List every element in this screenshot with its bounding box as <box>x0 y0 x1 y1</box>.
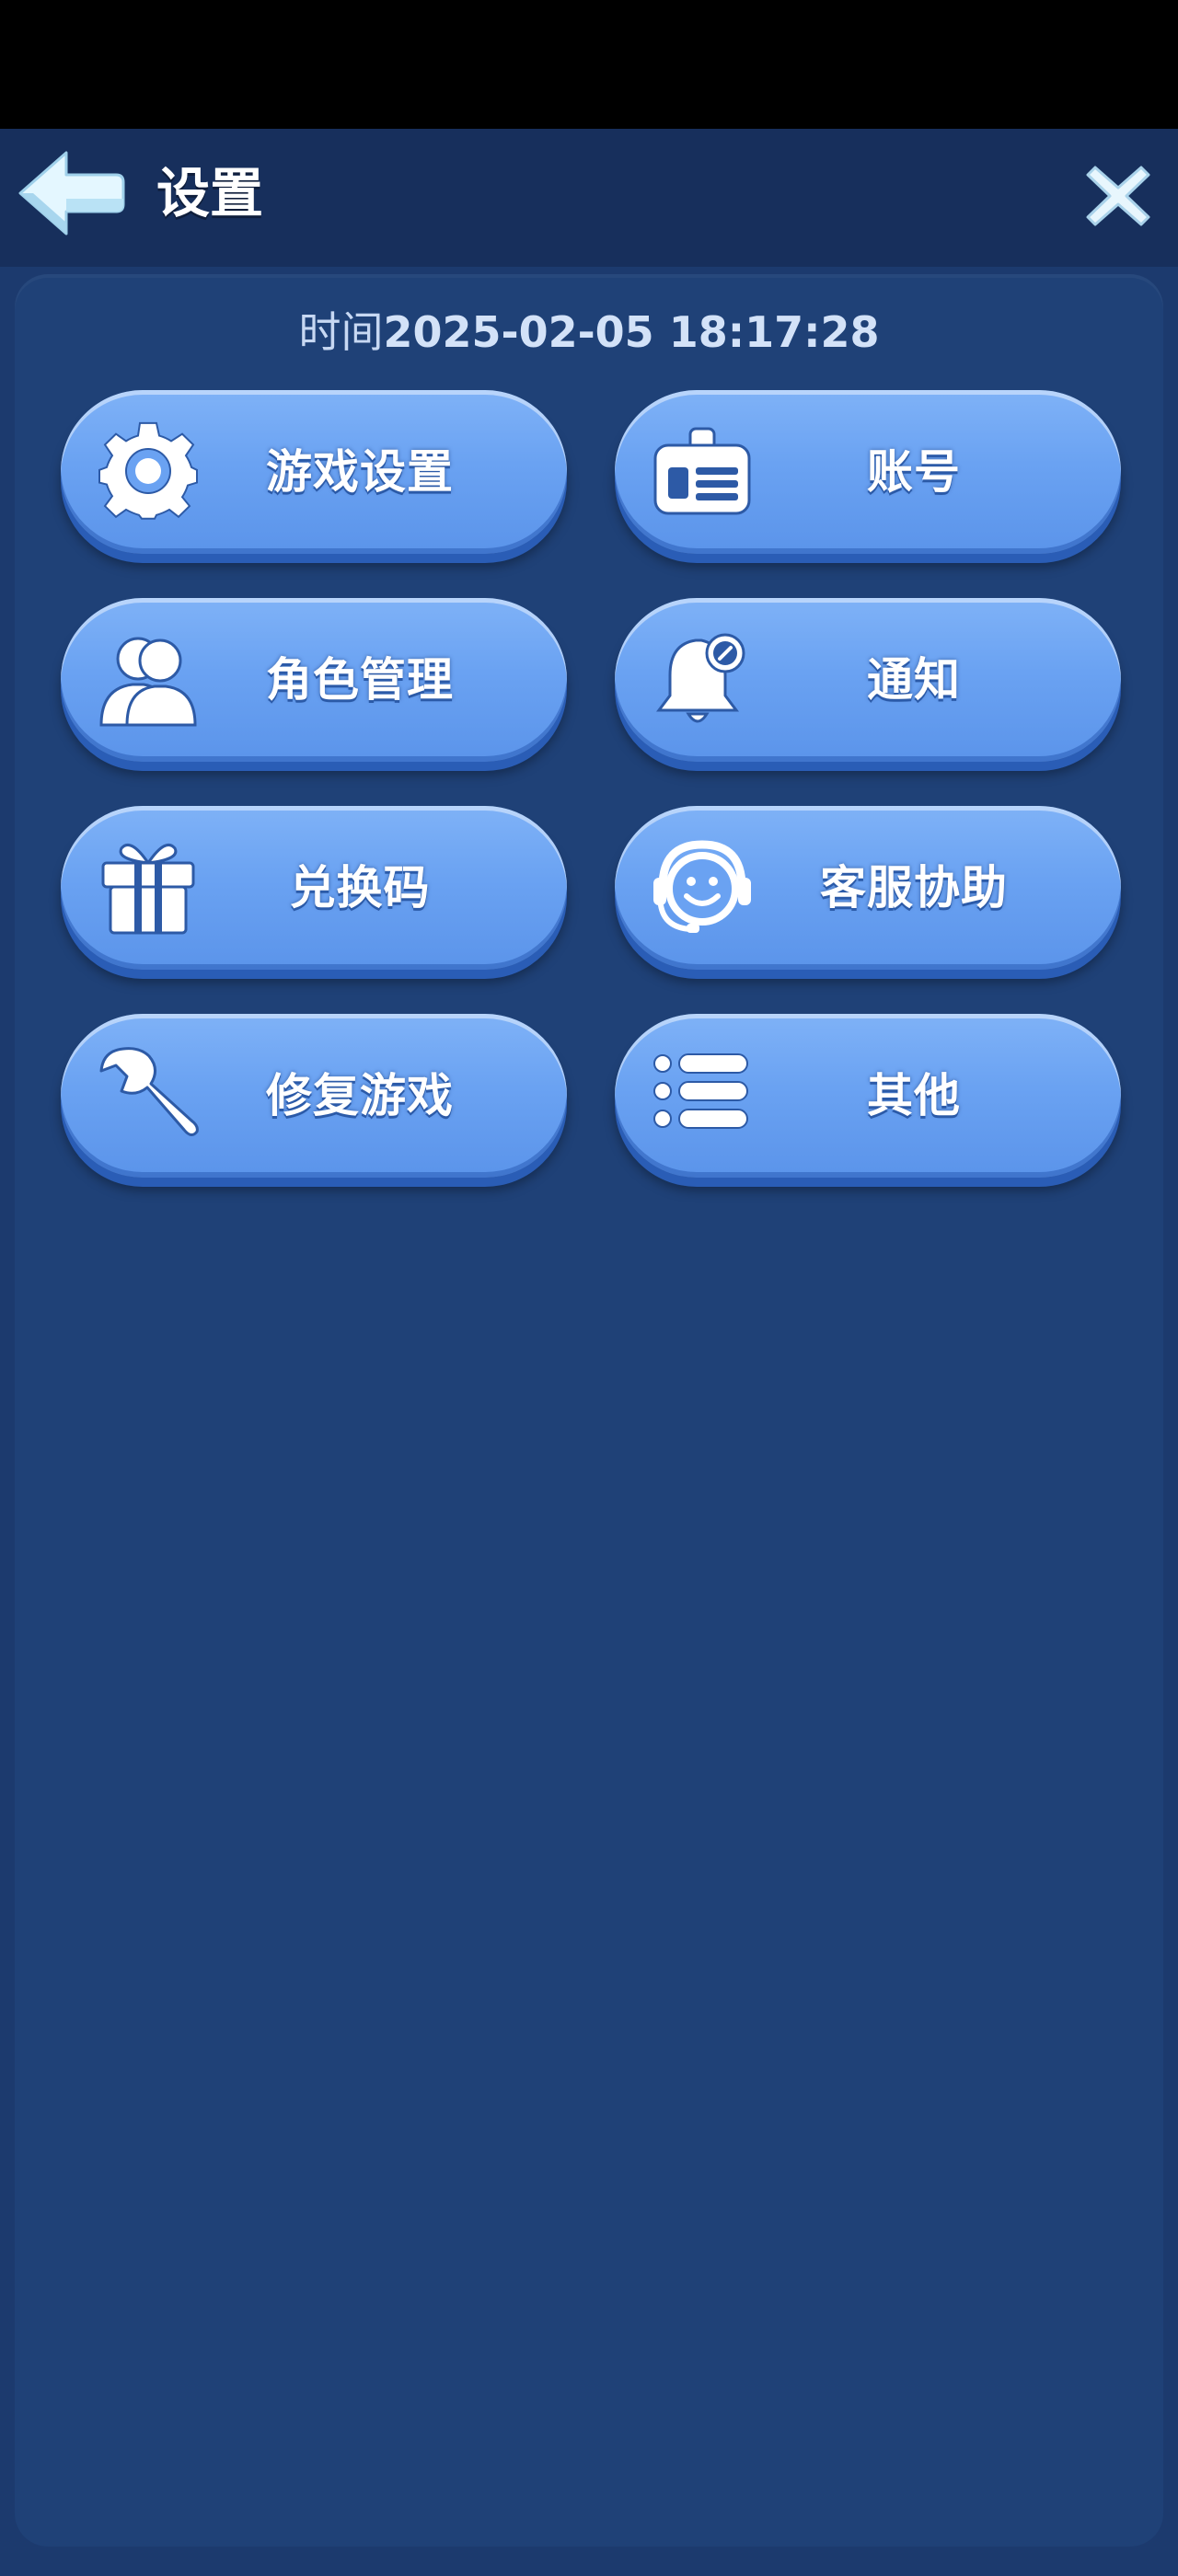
character-management-button[interactable]: 角色管理 <box>61 598 567 762</box>
account-label: 账号 <box>867 445 961 499</box>
notifications-label: 通知 <box>867 653 961 707</box>
top-bar: 设置 <box>0 129 1178 267</box>
other-label: 其他 <box>867 1069 961 1122</box>
close-button[interactable] <box>1084 162 1152 230</box>
status-bar <box>0 0 1178 129</box>
redeem-code-label: 兑换码 <box>289 861 431 914</box>
game-settings-button[interactable]: 游戏设置 <box>61 390 567 554</box>
other-button[interactable]: 其他 <box>615 1014 1121 1178</box>
repair-game-button[interactable]: 修复游戏 <box>61 1014 567 1178</box>
page-title: 设置 <box>156 162 264 224</box>
customer-service-label: 客服协助 <box>820 861 1008 914</box>
back-button[interactable] <box>13 145 127 241</box>
server-time: 时间2025-02-05 18:17:28 <box>15 302 1163 362</box>
back-arrow-icon <box>18 151 125 236</box>
notifications-button[interactable]: 通知 <box>615 598 1121 762</box>
redeem-code-button[interactable]: 兑换码 <box>61 806 567 970</box>
settings-screen: 设置 时间2025-02-05 18:17:28 游戏设置 账号 角色管理 通知… <box>0 0 1178 2576</box>
close-icon <box>1086 166 1150 226</box>
time-label: 时间 <box>298 307 384 357</box>
time-value: 2025-02-05 18:17:28 <box>383 307 880 357</box>
account-button[interactable]: 账号 <box>615 390 1121 554</box>
character-management-label: 角色管理 <box>266 653 454 707</box>
settings-panel: 时间2025-02-05 18:17:28 游戏设置 账号 角色管理 通知 兑换… <box>15 274 1163 2547</box>
game-settings-label: 游戏设置 <box>266 445 454 499</box>
repair-game-label: 修复游戏 <box>266 1069 454 1122</box>
customer-service-button[interactable]: 客服协助 <box>615 806 1121 970</box>
